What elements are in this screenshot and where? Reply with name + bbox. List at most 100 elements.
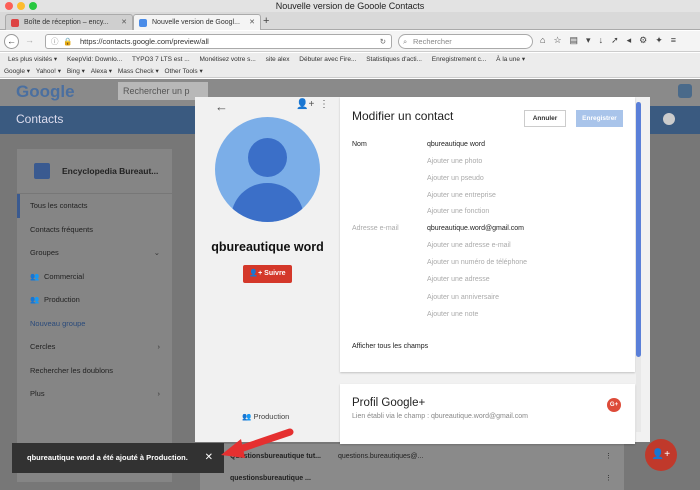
download-icon[interactable]: ↓ <box>599 35 604 46</box>
more-vert-icon[interactable]: ⋮ <box>605 469 612 489</box>
add-photo-field[interactable]: Ajouter une photo <box>427 158 482 165</box>
sidebar-item-commercial[interactable]: 👥 Commercial <box>17 265 172 289</box>
search-icon: ⌕ <box>403 37 408 46</box>
more-vert-icon[interactable]: ⋮ <box>605 447 612 467</box>
bookmark-item[interactable]: Monétisez votre s... <box>199 56 255 63</box>
bookmark-item[interactable]: Google ▾ <box>4 68 30 75</box>
menu-icon[interactable]: ≡ <box>671 35 676 46</box>
pocket-icon[interactable]: ▾ <box>586 35 591 46</box>
edit-contact-card: Modifier un contact Annuler Enregistrer … <box>340 97 635 372</box>
list-item[interactable]: questionsbureautique ... ⋮ <box>200 469 624 489</box>
chevron-down-icon: ⌄ <box>153 248 160 257</box>
settings-icon[interactable]: ⚙ <box>639 35 647 46</box>
bookmark-item[interactable]: Débuter avec Fire... <box>299 56 356 63</box>
avatar-head <box>248 138 287 177</box>
bookmark-item[interactable]: Alexa ▾ <box>91 68 112 75</box>
add-email-field[interactable]: Ajouter une adresse e-mail <box>427 242 511 249</box>
close-tab-icon[interactable]: ✕ <box>249 15 255 30</box>
add-company-field[interactable]: Ajouter une entreprise <box>427 192 496 199</box>
scrollbar[interactable] <box>636 102 641 432</box>
bookmark-item[interactable]: Yahoo! ▾ <box>36 68 61 75</box>
cancel-button[interactable]: Annuler <box>524 110 566 127</box>
add-note-field[interactable]: Ajouter une note <box>427 311 478 318</box>
google-logo[interactable]: Google <box>16 82 75 102</box>
email-field[interactable]: qbureautique.word@gmail.com <box>427 225 524 232</box>
group-tag[interactable]: 👥 Production <box>242 412 289 421</box>
bookmark-item[interactable]: Statistiques d'acti... <box>366 56 422 63</box>
bookmark-item[interactable]: Mass Check ▾ <box>118 68 159 75</box>
group-tag-label: Production <box>253 412 290 421</box>
close-window-icon[interactable] <box>5 2 13 10</box>
bookmark-item[interactable]: Bing ▾ <box>67 68 85 75</box>
new-tab-icon[interactable]: + <box>263 14 269 28</box>
home-icon[interactable]: ⌂ <box>540 35 545 46</box>
back-icon[interactable]: ← <box>4 34 19 49</box>
sidebar-item-new-group[interactable]: Nouveau groupe <box>17 312 172 336</box>
tools-icon[interactable]: ◂ <box>627 35 632 46</box>
follow-button[interactable]: 👤+ Suivre <box>243 265 292 283</box>
maximize-window-icon[interactable] <box>29 2 37 10</box>
bookmark-item[interactable]: TYPO3 7 LTS est ... <box>132 56 190 63</box>
sidebar-item-frequent[interactable]: Contacts fréquents <box>17 218 172 242</box>
add-birthday-field[interactable]: Ajouter un anniversaire <box>427 294 499 301</box>
tab-bar: Boîte de réception – ency... ✕ Nouvelle … <box>0 12 700 30</box>
forward-icon[interactable]: → <box>22 34 37 49</box>
account-header: Encyclopedia Bureaut... <box>17 149 172 194</box>
apps-icon[interactable] <box>678 84 692 98</box>
close-tab-icon[interactable]: ✕ <box>121 15 127 30</box>
browser-search-input[interactable]: ⌕ Rechercher <box>398 34 533 49</box>
add-nickname-field[interactable]: Ajouter un pseudo <box>427 175 484 182</box>
list-item-email: questions.bureautiques@... <box>338 453 424 460</box>
sidebar-item-production[interactable]: 👥 Production <box>17 288 172 312</box>
tab-label: Nouvelle version de Googl... <box>152 19 240 26</box>
account-name: Encyclopedia Bureaut... <box>62 166 159 176</box>
window-controls[interactable] <box>5 2 37 10</box>
group-icon: 👥 <box>242 412 254 421</box>
bookmark-item[interactable]: Enregistrement c... <box>432 56 487 63</box>
sidebar-item-more[interactable]: Plus › <box>17 382 172 406</box>
bookmark-star-icon[interactable]: ☆ <box>553 35 561 46</box>
reading-list-icon[interactable]: ▤ <box>570 35 579 46</box>
minimize-window-icon[interactable] <box>17 2 25 10</box>
reload-icon[interactable]: ↻ <box>380 35 386 48</box>
sidebar-item-all-contacts[interactable]: Tous les contacts <box>17 194 172 218</box>
bookmark-item[interactable]: À la une ▾ <box>496 56 525 63</box>
sidebar-item-circles[interactable]: Cercles › <box>17 335 172 359</box>
bookmark-item[interactable]: Other Tools ▾ <box>165 68 203 75</box>
scrollbar-thumb[interactable] <box>636 102 641 357</box>
save-button[interactable]: Enregistrer <box>576 110 623 127</box>
add-person-icon: 👤+ <box>651 449 671 460</box>
extension-icon[interactable]: ✦ <box>655 35 663 46</box>
more-vert-icon[interactable]: ⋮ <box>319 99 329 110</box>
add-person-icon[interactable]: 👤+ <box>296 99 314 110</box>
url-field[interactable]: ⓘ 🔒 https://contacts.google.com/preview/… <box>45 34 392 49</box>
snackbar: qbureautique word a été ajouté à Product… <box>12 443 224 473</box>
add-job-field[interactable]: Ajouter une fonction <box>427 208 489 215</box>
name-field[interactable]: qbureautique word <box>427 141 485 148</box>
sidebar: Encyclopedia Bureaut... Tous les contact… <box>17 149 172 482</box>
contact-summary: ← 👤+ ⋮ qbureautique word 👤+ Suivre 👥 Pro… <box>195 97 335 442</box>
bookmark-item[interactable]: Les plus visités ▾ <box>8 56 57 63</box>
sidebar-item-duplicates[interactable]: Rechercher les doublons <box>17 359 172 383</box>
google-plus-icon[interactable]: G+ <box>607 398 621 412</box>
info-icon[interactable]: ⓘ <box>51 35 59 48</box>
bookmark-item[interactable]: site alex <box>266 56 290 63</box>
google-plus-profile-card: Profil Google+ Lien établi via le champ … <box>340 384 635 444</box>
add-phone-field[interactable]: Ajouter un numéro de téléphone <box>427 259 527 266</box>
send-icon[interactable]: ➚ <box>611 35 619 46</box>
add-address-field[interactable]: Ajouter une adresse <box>427 276 490 283</box>
bookmark-item[interactable]: KeepVid: Downlo... <box>67 56 122 63</box>
back-arrow-icon[interactable]: ← <box>215 99 228 114</box>
help-icon[interactable] <box>663 113 675 125</box>
group-icon: 👥 <box>30 295 40 304</box>
sidebar-item-groups[interactable]: Groupes ⌄ <box>17 241 172 265</box>
add-contact-fab[interactable]: 👤+ <box>645 439 677 471</box>
snackbar-message: qbureautique word a été ajouté à Product… <box>27 453 188 462</box>
show-all-fields-link[interactable]: Afficher tous les champs <box>352 343 428 350</box>
window-title: Nouvelle version de Gooole Contacts <box>275 1 425 11</box>
close-icon[interactable]: ✕ <box>205 443 213 473</box>
sidebar-item-label: Production <box>44 295 80 304</box>
tab-contacts[interactable]: Nouvelle version de Googl... ✕ <box>133 14 261 30</box>
tab-gmail[interactable]: Boîte de réception – ency... ✕ <box>5 14 133 30</box>
chevron-right-icon: › <box>157 342 161 351</box>
